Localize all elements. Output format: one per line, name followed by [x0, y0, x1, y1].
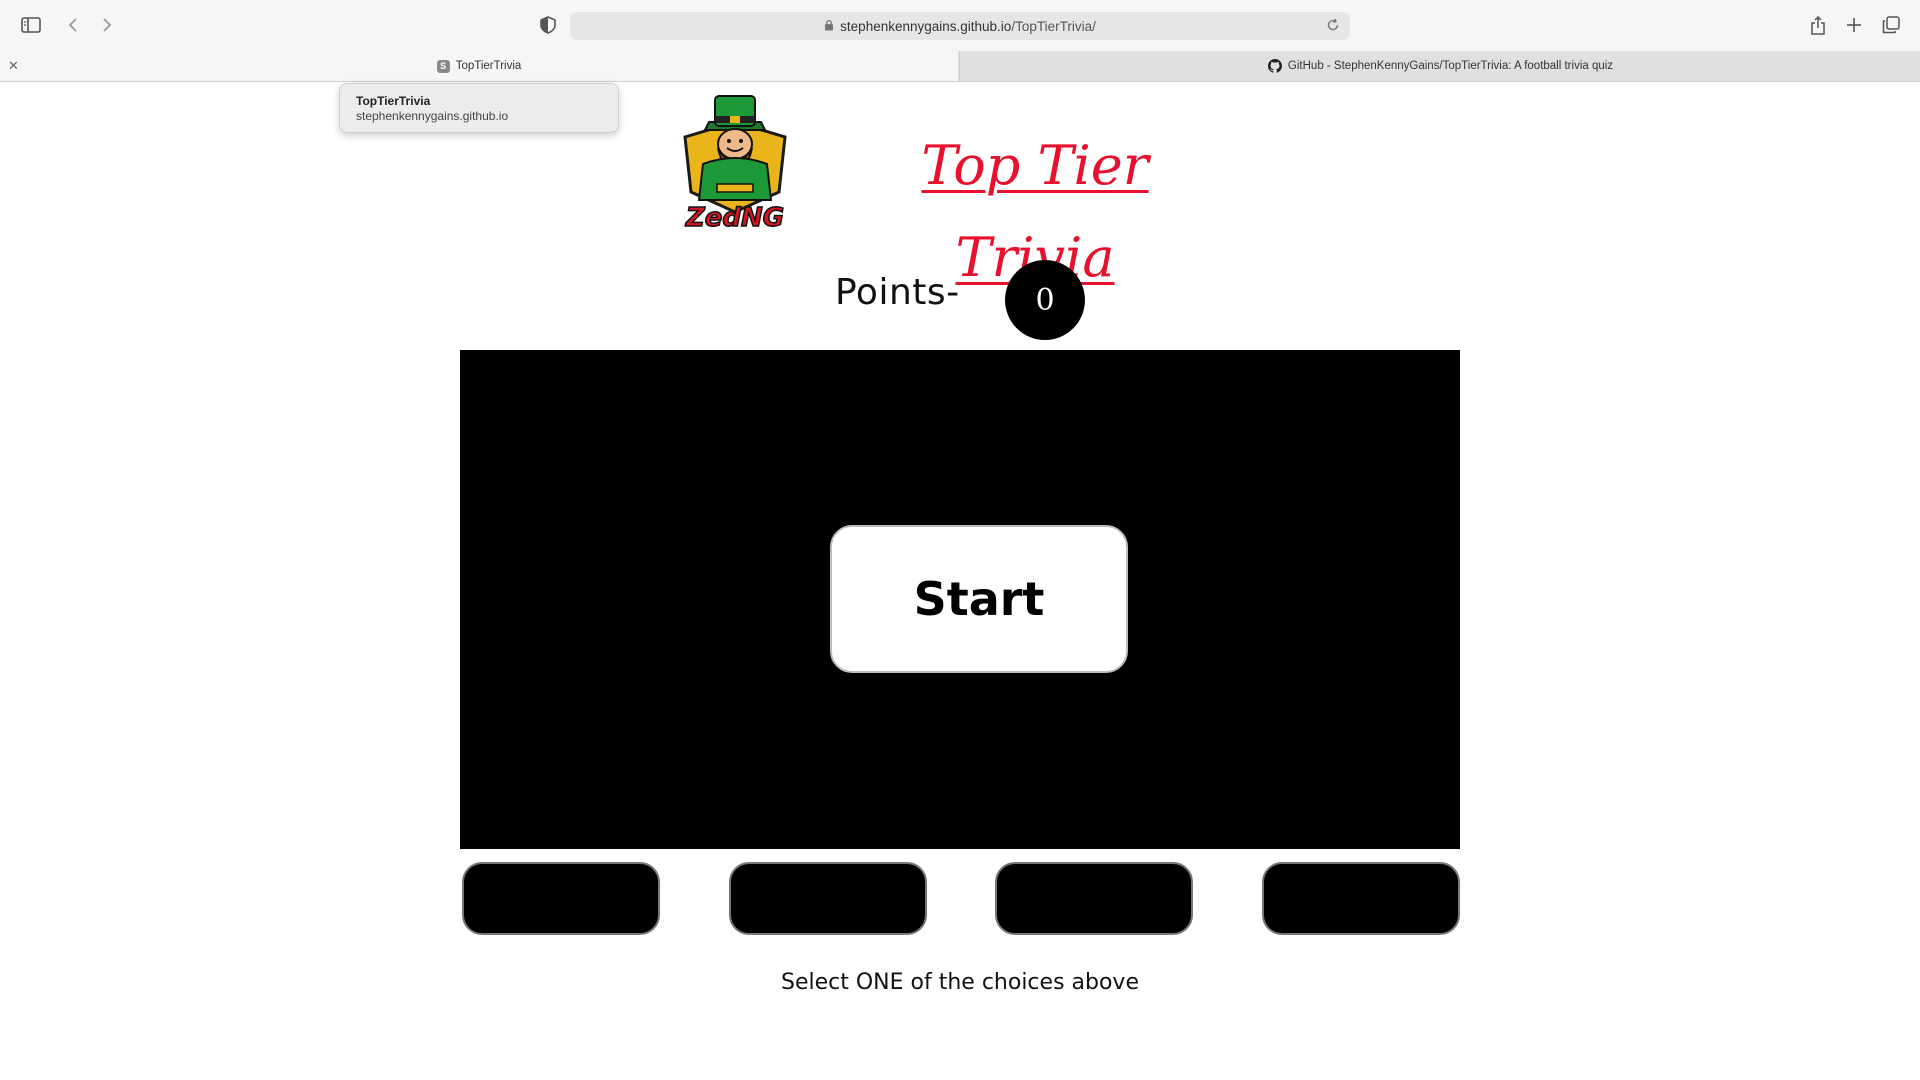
instruction-text: Select ONE of the choices above	[781, 970, 1139, 995]
reload-icon[interactable]	[1326, 18, 1340, 35]
choice-button-2[interactable]	[729, 862, 927, 935]
shield-icon[interactable]	[536, 13, 560, 37]
tab-tooltip: TopTierTrivia stephenkennygains.github.i…	[339, 83, 619, 133]
new-tab-icon[interactable]	[1842, 13, 1866, 37]
lock-icon	[824, 19, 834, 34]
tab-github[interactable]: GitHub - StephenKennyGains/TopTierTrivia…	[959, 51, 1920, 81]
title-line-1: Top Tier	[921, 134, 1149, 197]
sidebar-icon[interactable]	[19, 13, 43, 37]
address-bar[interactable]: stephenkennygains.github.io/TopTierTrivi…	[570, 12, 1350, 40]
question-panel: Start	[460, 350, 1460, 849]
url-domain: stephenkennygains.github.io	[840, 18, 1012, 34]
points-label: Points-	[835, 272, 960, 313]
browser-toolbar: stephenkennygains.github.io/TopTierTrivi…	[0, 0, 1920, 51]
tooltip-title: TopTierTrivia	[356, 94, 431, 108]
choice-button-3[interactable]	[995, 862, 1193, 935]
tab-toptiertrivia[interactable]: ✕ S TopTierTrivia	[0, 51, 958, 81]
tab-overview-icon[interactable]	[1879, 13, 1903, 37]
tab-strip: ✕ S TopTierTrivia GitHub - StephenKennyG…	[0, 51, 1920, 82]
close-tab-icon[interactable]: ✕	[8, 58, 19, 74]
github-icon	[1267, 59, 1282, 73]
leprechaun-logo: ZedNG	[675, 92, 795, 237]
forward-icon[interactable]	[95, 13, 119, 37]
site-favicon-icon: S	[436, 59, 450, 73]
url-path: /TopTierTrivia/	[1011, 18, 1096, 34]
share-icon[interactable]	[1806, 13, 1830, 37]
tooltip-domain: stephenkennygains.github.io	[356, 109, 509, 123]
points-counter: 0	[1005, 260, 1085, 340]
start-button[interactable]: Start	[830, 525, 1128, 673]
choice-button-1[interactable]	[462, 862, 660, 935]
choice-button-4[interactable]	[1262, 862, 1460, 935]
tab-label: TopTierTrivia	[455, 60, 522, 72]
tab-label: GitHub - StephenKennyGains/TopTierTrivia…	[1287, 60, 1614, 72]
back-icon[interactable]	[61, 13, 85, 37]
logo-text: ZedNG	[685, 203, 784, 233]
